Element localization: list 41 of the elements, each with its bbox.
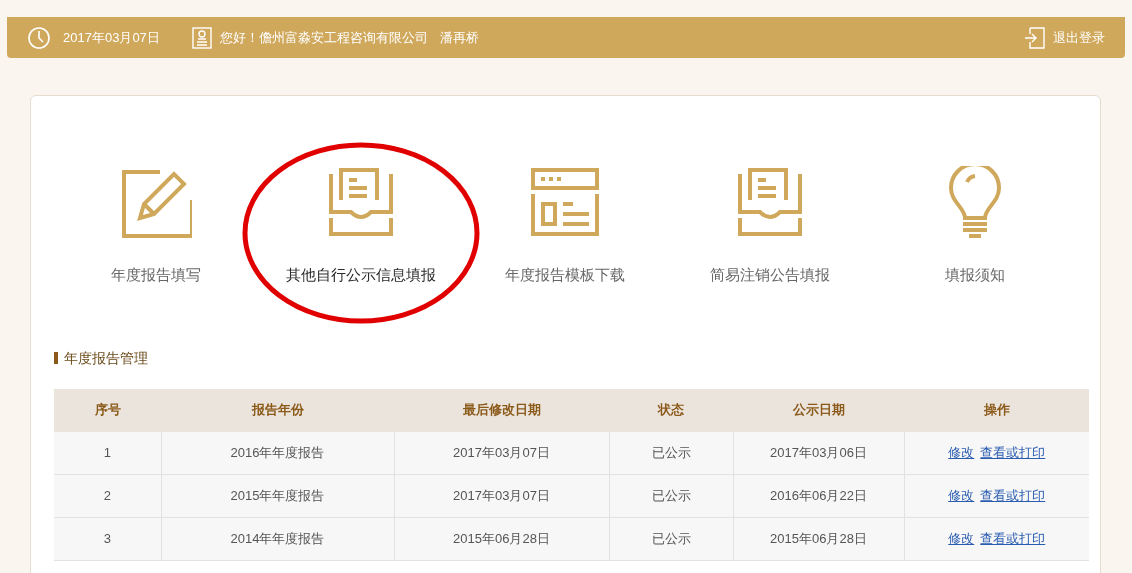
column-header: 序号 <box>54 388 161 432</box>
contact-card-icon <box>191 26 212 49</box>
column-header: 操作 <box>904 388 1089 432</box>
table-cell: 2015年06月28日 <box>394 517 609 561</box>
current-date: 2017年03月07日 <box>63 28 160 47</box>
table-cell: 2017年03月07日 <box>394 474 609 518</box>
clock-icon <box>27 25 51 50</box>
section-marker <box>54 352 58 364</box>
column-header: 报告年份 <box>161 388 394 432</box>
tile-link[interactable]: 填报须知 <box>944 264 1005 287</box>
table-cell: 2016年06月22日 <box>733 474 904 518</box>
greeting-text: 您好！儋州富淼安工程咨询有限公司 <box>219 28 428 47</box>
action-link[interactable]: 修改 <box>948 531 975 547</box>
tile-link[interactable]: 简易注销公告填报 <box>710 264 831 287</box>
tile-link[interactable]: 年度报告模板下载 <box>505 264 626 287</box>
table-cell: 1 <box>54 431 161 475</box>
table-cell: 2017年03月06日 <box>733 431 904 475</box>
table-cell: 2 <box>54 474 161 518</box>
table-cell: 3 <box>54 517 161 561</box>
table-cell: 2015年06月28日 <box>733 517 904 561</box>
table-cell: 已公示 <box>609 431 733 475</box>
table-cell: 2016年年度报告 <box>161 431 394 475</box>
table-cell: 已公示 <box>609 517 733 561</box>
tile-link[interactable]: 其他自行公示信息填报 <box>285 264 436 287</box>
logout-icon <box>1025 26 1045 49</box>
table-cell: 2017年03月07日 <box>394 431 609 475</box>
action-link[interactable]: 查看或打印 <box>980 488 1046 504</box>
action-link[interactable]: 查看或打印 <box>980 445 1046 460</box>
column-header: 公示日期 <box>733 388 904 432</box>
tile-link[interactable]: 年度报告填写 <box>111 264 202 287</box>
action-link[interactable]: 查看或打印 <box>980 531 1046 547</box>
template-icon <box>529 166 602 238</box>
column-header: 状态 <box>609 388 733 432</box>
section-title: 年度报告管理 <box>64 348 148 368</box>
table-cell: 已公示 <box>609 474 733 518</box>
action-link[interactable]: 修改 <box>948 445 975 460</box>
table-cell: 2014年年度报告 <box>161 517 394 561</box>
user-name: 潘再桥 <box>439 28 479 47</box>
table-cell: 2015年年度报告 <box>161 474 394 518</box>
column-header: 最后修改日期 <box>394 388 609 432</box>
action-link[interactable]: 修改 <box>948 488 975 504</box>
